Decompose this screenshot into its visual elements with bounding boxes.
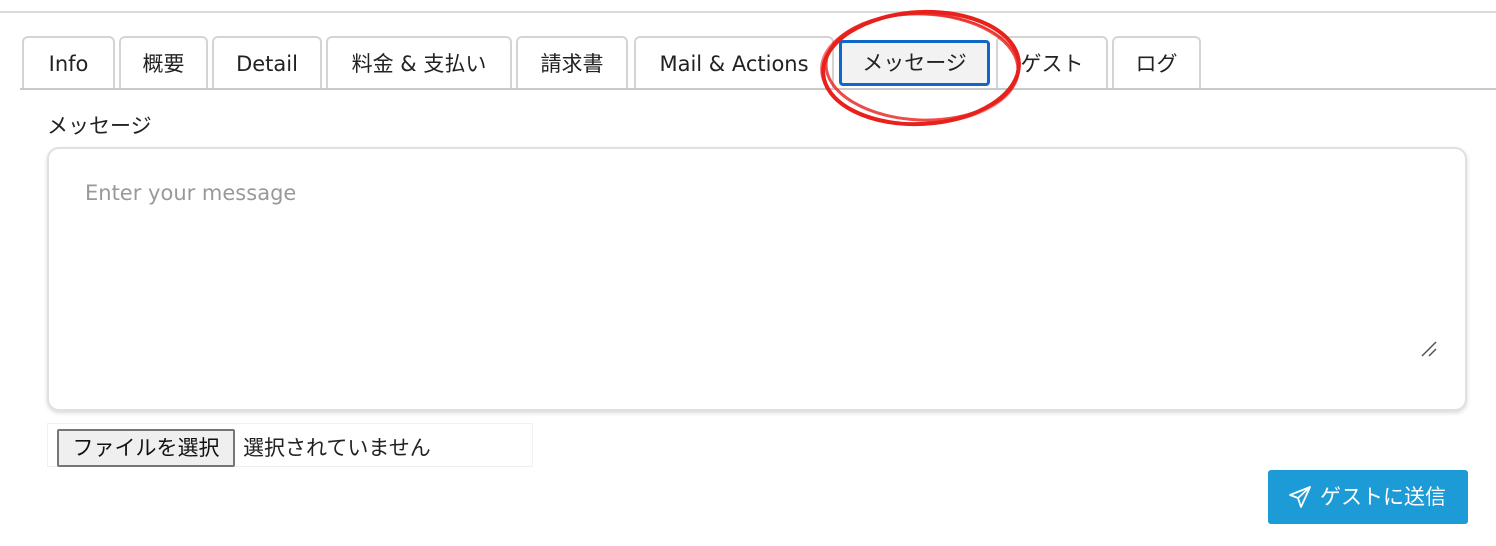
top-divider	[0, 11, 1496, 13]
choose-file-button[interactable]: ファイルを選択	[57, 429, 235, 467]
message-textarea[interactable]	[47, 147, 1467, 411]
send-to-guest-button[interactable]: ゲストに送信	[1268, 470, 1468, 524]
tab-fees-payments[interactable]: 料金 & 支払い	[326, 36, 512, 88]
resize-handle-icon[interactable]	[1418, 338, 1438, 358]
tab-mail-actions[interactable]: Mail & Actions	[634, 36, 834, 88]
tab-messages[interactable]: メッセージ	[839, 40, 990, 86]
file-status-text: 選択されていません	[243, 436, 431, 460]
send-button-label: ゲストに送信	[1320, 485, 1446, 509]
tab-log[interactable]: ログ	[1112, 36, 1201, 88]
tab-detail[interactable]: Detail	[212, 36, 322, 88]
file-input: ファイルを選択 選択されていません	[47, 423, 533, 467]
tab-bar-baseline	[20, 88, 1496, 90]
page: Info 概要 Detail 料金 & 支払い 請求書 Mail & Actio…	[0, 0, 1496, 546]
tab-info[interactable]: Info	[22, 36, 115, 88]
tab-guest[interactable]: ゲスト	[996, 36, 1108, 88]
message-label: メッセージ	[47, 114, 152, 138]
tab-overview[interactable]: 概要	[119, 36, 208, 88]
tab-bar: Info 概要 Detail 料金 & 支払い 請求書 Mail & Actio…	[20, 36, 1496, 90]
tab-invoices[interactable]: 請求書	[516, 36, 628, 88]
paper-plane-icon	[1289, 486, 1311, 508]
